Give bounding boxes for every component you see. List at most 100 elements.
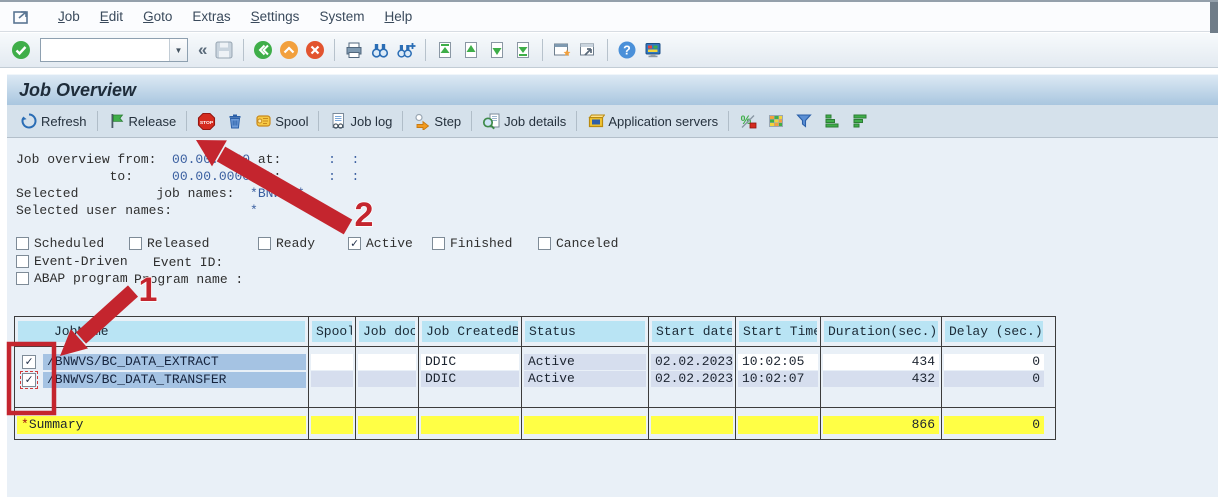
table-view-button[interactable] <box>762 109 790 133</box>
menu-extras[interactable]: Extras <box>182 5 240 28</box>
print-icon[interactable] <box>342 38 366 62</box>
refresh-button[interactable]: Refresh <box>15 109 92 133</box>
customize-icon[interactable] <box>641 38 665 62</box>
start-date-cell: 02.02.2023 <box>651 371 733 387</box>
sort-ascending-button[interactable] <box>818 109 846 133</box>
last-page-icon[interactable] <box>511 38 535 62</box>
col-header-starttime[interactable]: Start Time <box>739 321 817 342</box>
new-session-icon[interactable] <box>550 38 574 62</box>
up-icon[interactable] <box>277 38 301 62</box>
filter-active: Active <box>348 236 413 251</box>
row-select-checkbox[interactable] <box>22 355 36 369</box>
command-dropdown-icon[interactable]: ▼ <box>169 39 187 61</box>
event-driven-checkbox[interactable] <box>16 255 29 268</box>
spool-icon <box>254 112 272 130</box>
toolbar-separator <box>334 39 335 61</box>
application-servers-button[interactable]: Application servers <box>582 109 723 133</box>
stop-button[interactable]: STOP <box>192 109 221 134</box>
job-name-cell[interactable]: /BNWVS/BC_DATA_TRANSFER <box>43 372 306 388</box>
find-icon[interactable] <box>368 38 392 62</box>
filter-icon <box>795 112 813 130</box>
step-button[interactable]: Step <box>408 109 466 133</box>
first-page-icon[interactable] <box>433 38 457 62</box>
application-servers-icon <box>587 112 605 130</box>
release-button[interactable]: Release <box>103 109 182 133</box>
summary-delay-cell: 0 <box>944 416 1044 434</box>
choose-button[interactable]: % <box>734 109 762 133</box>
refresh-icon <box>20 112 38 130</box>
page-title: Job Overview <box>7 80 136 101</box>
ready-checkbox[interactable] <box>258 237 271 250</box>
menu-goto[interactable]: Goto <box>133 5 182 28</box>
col-header-jobname[interactable]: JobName <box>18 321 305 342</box>
filter-button[interactable] <box>790 109 818 133</box>
menu-job[interactable]: Job <box>48 5 90 28</box>
toolbar-separator <box>97 111 98 131</box>
summary-empty-cell <box>524 416 646 434</box>
toolbar-separator <box>186 111 187 131</box>
job-details-button[interactable]: Job details <box>477 109 571 133</box>
page-down-icon[interactable] <box>485 38 509 62</box>
toolbar-separator <box>402 111 403 131</box>
job-log-button[interactable]: Job log <box>324 109 397 133</box>
step-icon <box>413 112 431 130</box>
finished-checkbox[interactable] <box>432 237 445 250</box>
filter-canceled: Canceled <box>538 236 618 251</box>
delete-button[interactable] <box>221 109 249 133</box>
help-icon[interactable]: ? <box>615 38 639 62</box>
col-header-duration[interactable]: Duration(sec.) <box>824 321 938 342</box>
menu-system[interactable]: System <box>309 5 374 28</box>
delay-cell: 0 <box>944 354 1044 370</box>
toolbar-separator <box>542 39 543 61</box>
col-header-createdby[interactable]: Job CreatedB <box>422 321 518 342</box>
program-name-label: Program name : <box>134 272 243 287</box>
page-up-icon[interactable] <box>459 38 483 62</box>
job-name-cell[interactable]: /BNWVS/BC_DATA_EXTRACT <box>43 354 306 370</box>
spool-button[interactable]: Spool <box>249 109 313 133</box>
spool-cell <box>311 354 353 370</box>
col-header-status[interactable]: Status <box>525 321 645 342</box>
col-header-delay[interactable]: Delay (sec.) <box>945 321 1043 342</box>
filter-scheduled: Scheduled <box>16 236 104 251</box>
row-select-checkbox[interactable] <box>22 373 36 387</box>
find-next-icon[interactable] <box>394 38 418 62</box>
menu-bar: Job Edit Goto Extras Settings System Hel… <box>0 0 1218 32</box>
duration-cell: 432 <box>823 371 939 387</box>
command-field: ▼ <box>40 38 188 62</box>
menu-help[interactable]: Help <box>374 5 422 28</box>
canceled-checkbox[interactable] <box>538 237 551 250</box>
sort-descending-button[interactable] <box>846 109 874 133</box>
active-checkbox[interactable] <box>348 237 361 250</box>
summary-label-cell: *Summary <box>17 416 306 434</box>
col-header-jobdoc[interactable]: Job doc <box>359 321 415 342</box>
status-cell: Active <box>524 371 646 387</box>
standard-toolbar: ▼ « <box>0 33 1218 68</box>
summary-duration-cell: 866 <box>823 416 939 434</box>
col-header-startdate[interactable]: Start date <box>652 321 732 342</box>
command-input[interactable] <box>41 39 169 61</box>
enter-icon[interactable] <box>9 38 33 62</box>
scheduled-checkbox[interactable] <box>16 237 29 250</box>
abap-program-checkbox[interactable] <box>16 272 29 285</box>
collapse-icon[interactable]: « <box>194 40 211 60</box>
col-header-spool[interactable]: Spool <box>312 321 352 342</box>
menu-settings[interactable]: Settings <box>241 5 310 28</box>
shortcut-icon[interactable] <box>576 38 600 62</box>
back-icon[interactable] <box>251 38 275 62</box>
created-by-cell: DDIC <box>421 371 519 387</box>
released-checkbox[interactable] <box>129 237 142 250</box>
event-id-label: Event ID: <box>153 255 223 270</box>
toolbar-separator <box>318 111 319 131</box>
title-bar: Job Overview <box>7 74 1218 105</box>
duration-cell: 434 <box>823 354 939 370</box>
application-toolbar: Refresh Release STOP Spool Job log Step <box>7 105 1218 138</box>
menu-edit[interactable]: Edit <box>90 5 133 28</box>
system-menu-icon[interactable] <box>12 8 34 26</box>
start-time-cell: 10:02:05 <box>738 354 818 370</box>
stop-icon: STOP <box>197 112 216 131</box>
save-icon[interactable] <box>212 38 236 62</box>
toolbar-separator <box>728 111 729 131</box>
created-by-cell: DDIC <box>421 354 519 370</box>
exit-icon[interactable] <box>303 38 327 62</box>
screen-content: Job overview from: 00.00.0000 at: : : to… <box>7 138 1218 497</box>
